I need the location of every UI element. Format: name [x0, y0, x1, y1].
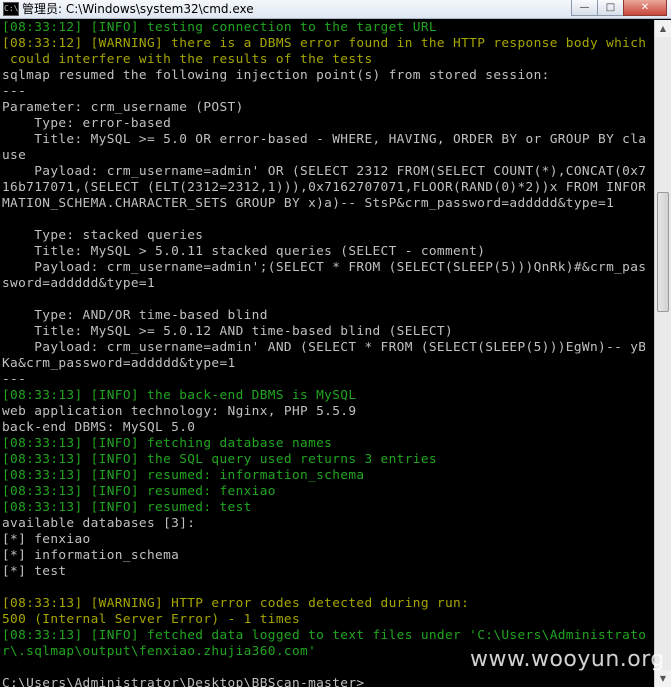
- console-line: [08:33:13] [WARNING] HTTP error codes de…: [2, 596, 470, 611]
- console-line: Type: error-based: [2, 116, 172, 131]
- cmd-window: C:\ 管理员: C:\Windows\system32\cmd.exe — □…: [0, 0, 671, 687]
- console-line: Type: AND/OR time-based blind: [2, 308, 268, 323]
- console-line: sword=addddd&type=1: [2, 276, 156, 291]
- console-line: could interfere with the results of the …: [2, 52, 373, 67]
- console-line: [08:33:13] [INFO] the back-end DBMS is M…: [2, 388, 357, 403]
- console-line: sqlmap resumed the following injection p…: [2, 68, 550, 83]
- console-line: [08:33:13] [INFO] fetched data logged to…: [2, 628, 645, 643]
- console-line: 16b717071,(SELECT (ELT(2312=2312,1))),0x…: [2, 180, 645, 195]
- window-controls: — □ ✕: [571, 0, 667, 17]
- console-line: [*] fenxiao: [2, 532, 91, 547]
- console-line: Payload: crm_username=admin' AND (SELECT…: [2, 340, 645, 355]
- console-line: Payload: crm_username=admin' OR (SELECT …: [2, 164, 645, 179]
- console-line: [08:33:12] [WARNING] there is a DBMS err…: [2, 36, 645, 51]
- console-line: 500 (Internal Server Error) - 1 times: [2, 612, 301, 627]
- console-line: available databases [3]:: [2, 516, 196, 531]
- maximize-button[interactable]: □: [597, 0, 624, 16]
- watermark: www.wooyun.org: [470, 647, 665, 672]
- minimize-button[interactable]: —: [571, 0, 598, 16]
- console-line: Title: MySQL > 5.0.11 stacked queries (S…: [2, 244, 486, 259]
- console-line: Parameter: crm_username (POST): [2, 100, 244, 115]
- console-line: [*] information_schema: [2, 548, 180, 563]
- cmd-app-icon[interactable]: C:\: [3, 2, 19, 16]
- console-line: [08:33:13] [INFO] fetching database name…: [2, 436, 333, 451]
- console-line: ---: [2, 84, 27, 99]
- scroll-thumb[interactable]: [657, 192, 669, 312]
- vertical-scrollbar[interactable]: ▲ ▼: [654, 20, 671, 687]
- console-line: C:\Users\Administrator\Desktop\BBScan-ma…: [2, 676, 365, 687]
- console-line: Ka&crm_password=addddd&type=1: [2, 356, 236, 371]
- console-line: [08:33:12] [INFO] testing connection to …: [2, 20, 437, 35]
- console-line: Type: stacked queries: [2, 228, 204, 243]
- console-line: Title: MySQL >= 5.0 OR error-based - WHE…: [2, 132, 645, 147]
- window-title: 管理员: C:\Windows\system32\cmd.exe: [22, 2, 254, 16]
- scroll-down-arrow-icon[interactable]: ▼: [655, 670, 671, 687]
- console-line: [08:33:13] [INFO] resumed: test: [2, 500, 252, 515]
- console-line: use: [2, 148, 27, 163]
- title-bar[interactable]: C:\ 管理员: C:\Windows\system32\cmd.exe — □…: [0, 0, 671, 19]
- console-line: back-end DBMS: MySQL 5.0: [2, 420, 196, 435]
- scroll-up-arrow-icon[interactable]: ▲: [655, 20, 671, 37]
- console-gutter: [645, 20, 654, 687]
- console-line: [08:33:13] [INFO] the SQL query used ret…: [2, 452, 437, 467]
- console-line: [08:33:13] [INFO] resumed: information_s…: [2, 468, 365, 483]
- console-line: MATION_SCHEMA.CHARACTER_SETS GROUP BY x)…: [2, 196, 615, 211]
- console-line: [08:33:13] [INFO] resumed: fenxiao: [2, 484, 276, 499]
- console-line: Title: MySQL >= 5.0.12 AND time-based bl…: [2, 324, 454, 339]
- console-line: Payload: crm_username=admin';(SELECT * F…: [2, 260, 645, 275]
- console-line: ---: [2, 372, 27, 387]
- console-line: web application technology: Nginx, PHP 5…: [2, 404, 357, 419]
- console-output[interactable]: [08:33:12] [INFO] testing connection to …: [0, 20, 645, 687]
- console-line: [*] test: [2, 564, 67, 579]
- close-button[interactable]: ✕: [623, 0, 667, 16]
